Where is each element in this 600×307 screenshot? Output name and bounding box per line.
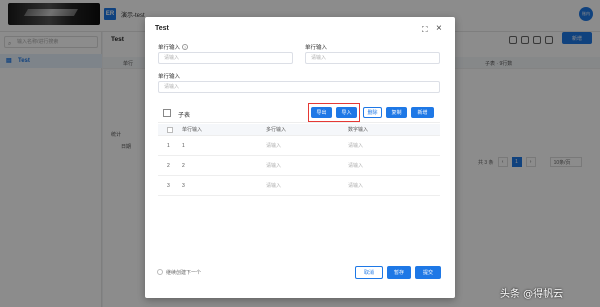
continue-create-label: 继续创建下一个 <box>166 270 202 276</box>
column-header: 单行输入 <box>182 127 203 133</box>
highlight-box <box>308 103 360 122</box>
add-row-button[interactable]: 新增 <box>411 107 434 118</box>
single-line-input-3[interactable]: 请输入 <box>158 81 440 93</box>
cell-input[interactable]: 请输入 <box>344 156 363 175</box>
select-all-checkbox[interactable] <box>167 126 173 133</box>
submit-button[interactable]: 提交 <box>415 266 441 279</box>
subtable-label: 子表 <box>178 113 191 119</box>
column-header: 多行输入 <box>266 127 287 133</box>
table-row: 2 2 请输入 请输入 <box>158 156 440 176</box>
delete-button[interactable]: 删除 <box>363 107 382 118</box>
fullscreen-icon[interactable]: ⛶ <box>422 25 428 35</box>
subtable-header-row: 单行输入 多行输入 数字输入 <box>158 124 440 136</box>
watermark: 头条 @得帆云 <box>500 289 564 300</box>
cell-input[interactable]: 请输入 <box>262 136 281 155</box>
table-row: 1 1 请输入 请输入 <box>158 136 440 156</box>
row-index: 2 <box>167 162 170 169</box>
temp-save-button[interactable]: 暂存 <box>387 266 411 279</box>
single-line-input-1[interactable]: 请输入 <box>158 52 293 64</box>
cancel-button[interactable]: 取消 <box>355 266 383 279</box>
row-index: 1 <box>167 142 170 149</box>
single-line-input-2[interactable]: 请输入 <box>305 52 440 64</box>
column-header: 数字输入 <box>348 127 369 133</box>
cell-input[interactable]: 请输入 <box>344 136 363 155</box>
field-label: 单行输入 <box>305 45 328 51</box>
field-label: 单行输入? <box>158 44 189 51</box>
copy-button[interactable]: 复制 <box>386 107 407 118</box>
field-label: 单行输入 <box>158 74 181 80</box>
continue-create-checkbox[interactable] <box>157 269 163 275</box>
modal-title: Test <box>155 25 169 32</box>
cell-input[interactable]: 请输入 <box>344 176 363 195</box>
cell-input[interactable]: 请输入 <box>262 156 281 175</box>
row-index: 3 <box>167 182 170 189</box>
cell-input[interactable]: 3 <box>178 176 185 195</box>
table-icon <box>163 109 171 117</box>
help-icon[interactable]: ? <box>182 44 189 50</box>
table-row: 3 3 请输入 请输入 <box>158 176 440 196</box>
form-modal: Test ⛶ × 单行输入? 请输入 单行输入 请输入 单行输入 请输入 子表 … <box>145 17 455 298</box>
cell-input[interactable]: 2 <box>178 156 185 175</box>
close-icon[interactable]: × <box>436 23 442 34</box>
cell-input[interactable]: 请输入 <box>262 176 281 195</box>
cell-input[interactable]: 1 <box>178 136 185 155</box>
